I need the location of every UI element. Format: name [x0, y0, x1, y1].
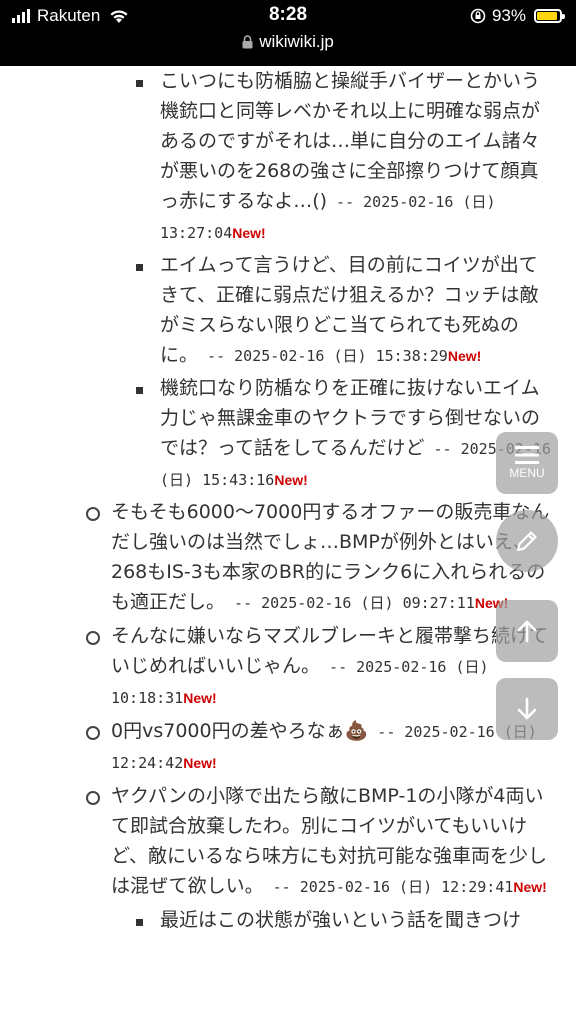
comment-item: こいつにも防楯脇と操縦手バイザーとかいう機銃口と同等レベかそれ以上に明確な弱点が… — [0, 66, 576, 248]
comment-item: そもそも6000～7000円するオファーの販売車なんだし強いのは当然でしょ…BM… — [0, 497, 576, 618]
comment-item: 最近はこの状態が強いという話を聞きつけ — [0, 905, 576, 935]
new-badge: New! — [183, 755, 217, 771]
address-bar[interactable]: wikiwiki.jp — [0, 32, 576, 52]
new-badge: New! — [513, 879, 547, 895]
pencil-icon — [516, 531, 537, 552]
orientation-lock-icon — [470, 8, 486, 24]
comment-date: -- 2025-02-16 (日) 09:27:11 — [225, 594, 475, 612]
comment-item: ヤクパンの小隊で出たら敵にBMP-1の小隊が4両いて即試合放棄したわ。別にコイツ… — [0, 781, 576, 902]
comment-date: -- 2025-02-16 (日) 12:29:41 — [263, 878, 514, 896]
hamburger-icon — [515, 446, 539, 464]
comment-item: 0円vs7000円の差やろなぁ💩 -- 2025-02-16 (日) 12:24… — [0, 716, 576, 778]
comment-date: -- 2025-02-16 (日) 15:38:29 — [198, 347, 448, 365]
arrow-up-icon — [517, 620, 537, 643]
url-text: wikiwiki.jp — [259, 32, 334, 51]
menu-button[interactable]: MENU — [496, 432, 558, 494]
new-badge: New! — [274, 472, 308, 488]
new-badge: New! — [183, 690, 217, 706]
comment-item: エイムって言うけど、目の前にコイツが出てきて、正確に弱点だけ狙えるか？コッチは敵… — [0, 250, 576, 371]
comment-text: こいつにも防楯脇と操縦手バイザーとかいう機銃口と同等レベかそれ以上に明確な弱点が… — [160, 70, 541, 212]
arrow-down-icon — [517, 697, 537, 720]
comment-list: こいつにも防楯脇と操縦手バイザーとかいう機銃口と同等レベかそれ以上に明確な弱点が… — [0, 66, 576, 935]
battery-icon — [534, 9, 565, 23]
edit-button[interactable] — [496, 510, 558, 572]
scroll-top-button[interactable] — [496, 600, 558, 662]
comment-item: 機銃口なり防楯なりを正確に抜けないエイム力じゃ無課金車のヤクトラですら倒せないの… — [0, 373, 576, 495]
comment-text: 0円vs7000円の差やろなぁ — [111, 720, 345, 742]
comment-item: そんなに嫌いならマズルブレーキと履帯撃ち続けていじめればいいじゃん。 -- 20… — [0, 621, 576, 713]
menu-label: MENU — [509, 466, 545, 480]
comment-text: 最近はこの状態が強いという話を聞きつけ — [160, 909, 522, 931]
comment-thread: こいつにも防楯脇と操縦手バイザーとかいう機銃口と同等レベかそれ以上に明確な弱点が… — [0, 66, 576, 937]
status-right: 93% — [470, 6, 565, 26]
new-badge: New! — [232, 225, 266, 241]
lock-icon — [242, 35, 253, 49]
new-badge: New! — [447, 348, 482, 364]
battery-percent: 93% — [491, 6, 526, 25]
poop-emoji: 💩 — [344, 720, 369, 742]
status-bar: Rakuten 8:28 93% wikiwiki.jp — [0, 0, 576, 66]
scroll-bottom-button[interactable] — [496, 678, 558, 740]
